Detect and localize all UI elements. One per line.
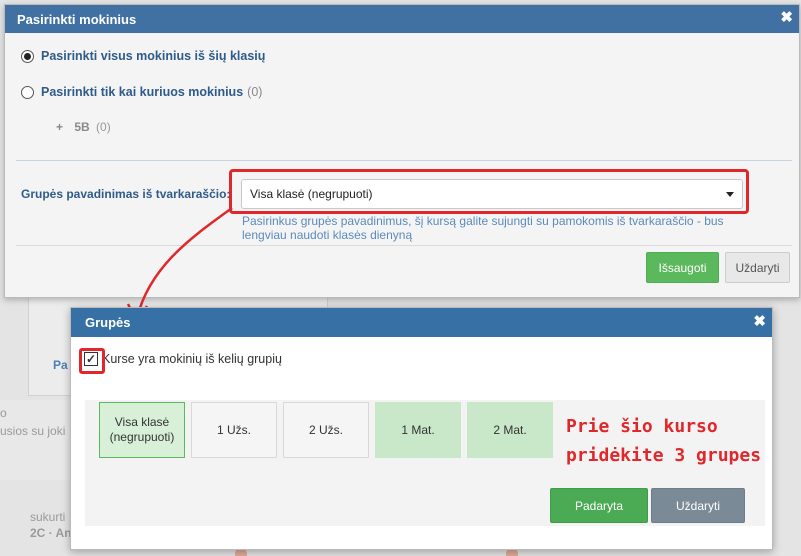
radio-some-students[interactable]: Pasirinkti tik kai kuriuos mokinius (0) bbox=[21, 85, 262, 99]
radio-label: Pasirinkti visus mokinius iš šių klasių bbox=[41, 49, 266, 63]
plus-icon[interactable]: + bbox=[56, 120, 63, 134]
dialog-title-bar: Grupės ✖ bbox=[71, 308, 772, 337]
group-option[interactable]: 2 Mat. bbox=[467, 402, 553, 458]
group-option-whole-class[interactable]: Visa klasė (negrupuoti) bbox=[99, 402, 185, 458]
highlight-annotation bbox=[229, 169, 749, 214]
class-count: (0) bbox=[96, 120, 111, 134]
radio-selected-dot bbox=[24, 52, 31, 60]
class-name: 5B bbox=[74, 120, 90, 134]
save-button[interactable]: Išsaugoti bbox=[646, 252, 719, 283]
dialog-title-bar: Pasirinkti mokinius ✖ bbox=[5, 5, 799, 33]
highlight-annotation bbox=[79, 348, 105, 374]
multi-group-checkbox-row[interactable]: ✓ Kurse yra mokinių iš kelių grupių bbox=[84, 352, 282, 366]
done-button[interactable]: Padaryta bbox=[550, 488, 648, 523]
radio-label: Pasirinkti tik kai kuriuos mokinius bbox=[41, 85, 244, 99]
instruction-annotation: Prie šio kurso pridėkite 3 grupes bbox=[566, 412, 761, 470]
close-button[interactable]: Uždaryti bbox=[725, 252, 790, 283]
close-button[interactable]: Uždaryti bbox=[651, 488, 745, 523]
class-item-5b[interactable]: + 5B (0) bbox=[56, 120, 111, 134]
checkbox-label: Kurse yra mokinių iš kelių grupių bbox=[102, 352, 282, 366]
divider bbox=[16, 245, 792, 246]
groups-dialog: Grupės ✖ ✓ Kurse yra mokinių iš kelių gr… bbox=[70, 307, 773, 550]
radio-all-students[interactable]: Pasirinkti visus mokinius iš šių klasių bbox=[21, 49, 265, 63]
dialog-title: Pasirinkti mokinius bbox=[17, 11, 137, 27]
select-students-dialog: Pasirinkti mokinius ✖ Pasirinkti visus m… bbox=[4, 4, 800, 298]
close-icon[interactable]: ✖ bbox=[753, 314, 766, 329]
group-option[interactable]: 1 Užs. bbox=[191, 402, 277, 458]
background-text: sukurti bbox=[30, 510, 66, 524]
group-name-label: Grupės pavadinimas iš tvarkaraščio: bbox=[21, 187, 231, 201]
annotation-line: pridėkite 3 grupes bbox=[566, 445, 762, 466]
background-text: o bbox=[0, 406, 7, 420]
background-text: usios su joki bbox=[0, 424, 66, 438]
radio-button[interactable] bbox=[21, 49, 34, 63]
divider bbox=[16, 160, 792, 161]
help-text: Pasirinkus grupės pavadinimus, šį kursą … bbox=[242, 214, 724, 242]
background-link[interactable]: Pa bbox=[53, 358, 68, 372]
close-icon[interactable]: ✖ bbox=[780, 10, 793, 25]
group-option[interactable]: 2 Užs. bbox=[283, 402, 369, 458]
student-count: (0) bbox=[247, 85, 263, 99]
background-panel bbox=[0, 400, 70, 480]
group-option[interactable]: 1 Mat. bbox=[375, 402, 461, 458]
radio-button[interactable] bbox=[21, 85, 34, 99]
annotation-line: Prie šio kurso bbox=[566, 416, 718, 437]
dialog-title: Grupės bbox=[85, 315, 131, 330]
